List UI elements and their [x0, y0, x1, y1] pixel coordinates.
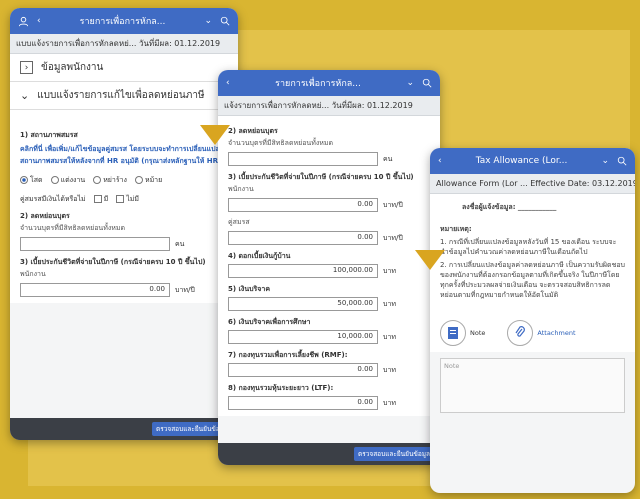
header-title: รายการเพื่อการหักล...	[79, 17, 166, 27]
back-icon[interactable]: ‹	[226, 78, 230, 88]
tax-form-body: 2) ลดหย่อนบุตร จำนวนบุตรที่มีสิทธิลดหย่อ…	[218, 116, 440, 416]
child-count-input[interactable]	[228, 152, 378, 166]
unit-baht: บาท	[383, 365, 396, 374]
edu-donation-label: 6) เงินบริจาคเพื่อการศึกษา	[228, 318, 311, 326]
unit-baht-year: บาท/ปี	[383, 233, 403, 242]
donation-input[interactable]: 50,000.00	[228, 297, 378, 311]
radio-divorced[interactable]: หย่าร้าง	[93, 175, 127, 186]
note-textarea[interactable]: Note	[440, 358, 625, 413]
arrow-down-icon	[200, 125, 230, 145]
attachment-tab[interactable]: Attachment	[507, 320, 576, 346]
phone-screen-2: ‹ รายการเพื่อการหักล... ⌄ แจ้งรายการเพื่…	[218, 70, 440, 465]
notes-title: หมายเหตุ:	[440, 225, 472, 233]
unit-baht: บาท	[383, 266, 396, 275]
donation-label: 5) เงินบริจาค	[228, 285, 271, 293]
spouse-income-label: คู่สมรสมีเงินได้หรือไม่	[20, 195, 86, 203]
verify-confirm-button[interactable]: ตรวจสอบและยืนยันข้อมูล	[354, 447, 434, 461]
interest-label: 4) ดอกเบี้ยเงินกู้บ้าน	[228, 252, 291, 260]
chevron-down-icon[interactable]: ⌄	[204, 16, 212, 26]
search-icon[interactable]	[422, 78, 432, 88]
footer-bar: ตรวจสอบและยืนยันข้อมูล	[218, 443, 440, 465]
employee-label: พนักงาน	[20, 270, 46, 278]
unit-baht: บาท	[383, 299, 396, 308]
radio-single[interactable]: โสด	[20, 175, 43, 186]
chevron-down-icon[interactable]: ⌄	[601, 156, 609, 166]
attachment-label: Attachment	[537, 329, 576, 337]
note-label: Note	[470, 329, 486, 337]
paperclip-icon	[507, 320, 534, 346]
phone-screen-3: ‹ Tax Allowance (Lor... ⌄ Allowance Form…	[430, 148, 635, 493]
chevron-down-icon[interactable]: ⌄	[20, 89, 29, 102]
edu-donation-input[interactable]: 10,000.00	[228, 330, 378, 344]
section-employee-data[interactable]: › ข้อมูลพนักงาน	[10, 54, 238, 82]
chevron-down-icon[interactable]: ⌄	[406, 78, 414, 88]
header-title: Tax Allowance (Lor...	[475, 156, 568, 166]
unit-baht-year: บาท/ปี	[175, 285, 195, 294]
interest-input[interactable]: 100,000.00	[228, 264, 378, 278]
arrow-down-icon	[415, 250, 445, 270]
marital-radio-group: โสด แต่งงาน หย่าร้าง หม้าย	[20, 175, 228, 186]
back-icon[interactable]: ‹	[438, 156, 442, 166]
section-tax-label: แบบแจ้งรายการแก้ไขเพื่อลดหย่อนภาษี	[37, 90, 205, 101]
employee-label: พนักงาน	[228, 185, 254, 193]
back-icon[interactable]: ‹	[37, 16, 41, 26]
spouse-income-row: คู่สมรสมีเงินได้หรือไม่ มี ไม่มี	[20, 194, 228, 205]
search-icon[interactable]	[220, 16, 230, 26]
form-subheader: แบบแจ้งรายการเพื่อการหักลดหย่... วันที่ม…	[10, 34, 238, 54]
ltf-input[interactable]: 0.00	[228, 396, 378, 410]
phone-screen-1: ‹ รายการเพื่อการหักล... ⌄ แบบแจ้งรายการเ…	[10, 8, 238, 440]
header-title: รายการเพื่อการหักล...	[275, 79, 361, 89]
signature-label: ลงชื่อผู้แจ้งข้อมูล: ___________	[462, 203, 557, 211]
rmf-label: 7) กองทุนรวมเพื่อการเลี้ยงชีพ (RMF):	[228, 351, 348, 359]
form-subheader: แจ้งรายการเพื่อการหักลดหย่... วันที่มีผล…	[218, 96, 440, 116]
footer-bar: ตรวจสอบและยืนยันข้อมูล	[10, 418, 238, 440]
attachment-row: Note Attachment	[430, 308, 635, 352]
section-tax-form[interactable]: ⌄ แบบแจ้งรายการแก้ไขเพื่อลดหย่อนภาษี	[10, 82, 238, 110]
spouse-label: คู่สมรส	[228, 218, 250, 226]
employee-insurance-input[interactable]: 0.00	[228, 198, 378, 212]
unit-baht: บาท	[383, 332, 396, 341]
app-header: ‹ รายการเพื่อการหักล... ⌄	[218, 70, 440, 96]
ltf-label: 8) กองทุนรวมหุ้นระยะยาว (LTF):	[228, 384, 334, 392]
section-employee-label: ข้อมูลพนักงาน	[41, 62, 104, 73]
rmf-input[interactable]: 0.00	[228, 363, 378, 377]
child-unit: คน	[383, 154, 393, 163]
user-icon[interactable]	[18, 16, 29, 27]
app-header: ‹ รายการเพื่อการหักล... ⌄	[10, 8, 238, 34]
radio-widowed[interactable]: หม้าย	[134, 175, 162, 186]
app-header: ‹ Tax Allowance (Lor... ⌄	[430, 148, 635, 174]
search-icon[interactable]	[617, 156, 627, 166]
child-label: 2) ลดหย่อนบุตร	[228, 127, 278, 135]
child-count-input[interactable]	[20, 237, 170, 251]
note-tab[interactable]: Note	[440, 320, 485, 346]
child-sub-label: จำนวนบุตรที่มีสิทธิลดหย่อนทั้งหมด	[228, 139, 334, 147]
note-2: 2. การเปลี่ยนแปลงข้อมูลค่าลดหย่อนภาษี เป…	[440, 261, 625, 299]
child-sub-label: จำนวนบุตรที่มีสิทธิลดหย่อนทั้งหมด	[20, 224, 126, 232]
child-label: 2) ลดหย่อนบุตร	[20, 212, 70, 220]
unit-baht: บาท	[383, 398, 396, 407]
child-unit: คน	[175, 239, 185, 248]
checkbox-no[interactable]: ไม่มี	[116, 194, 139, 205]
note-1: 1. กรณีที่เปลี่ยนแปลงข้อมูลหลังวันที่ 15…	[440, 238, 617, 256]
employee-insurance-input[interactable]: 0.00	[20, 283, 170, 297]
spouse-insurance-input[interactable]: 0.00	[228, 231, 378, 245]
insurance-label: 3) เบี้ยประกันชีวิตที่จ่ายในปีภาษี (กรณี…	[228, 173, 414, 181]
expand-icon[interactable]: ›	[20, 61, 33, 74]
radio-married[interactable]: แต่งงาน	[50, 175, 85, 186]
marital-edit-link[interactable]: คลิกที่นี่ เพื่อเพิ่ม/แก้ไขข้อมูลคู่สมรส…	[20, 143, 228, 167]
insurance-label: 3) เบี้ยประกันชีวิตที่จ่ายในปีภาษี (กรณี…	[20, 258, 206, 266]
form-subheader: Allowance Form (Lor ... Effective Date: …	[430, 174, 635, 194]
unit-baht-year: บาท/ปี	[383, 200, 403, 209]
marital-status-label: 1) สถานภาพสมรส	[20, 131, 78, 139]
checkbox-yes[interactable]: มี	[93, 194, 108, 205]
note-icon	[440, 320, 466, 346]
notes-section: ลงชื่อผู้แจ้งข้อมูล: ___________ หมายเหต…	[430, 194, 635, 308]
